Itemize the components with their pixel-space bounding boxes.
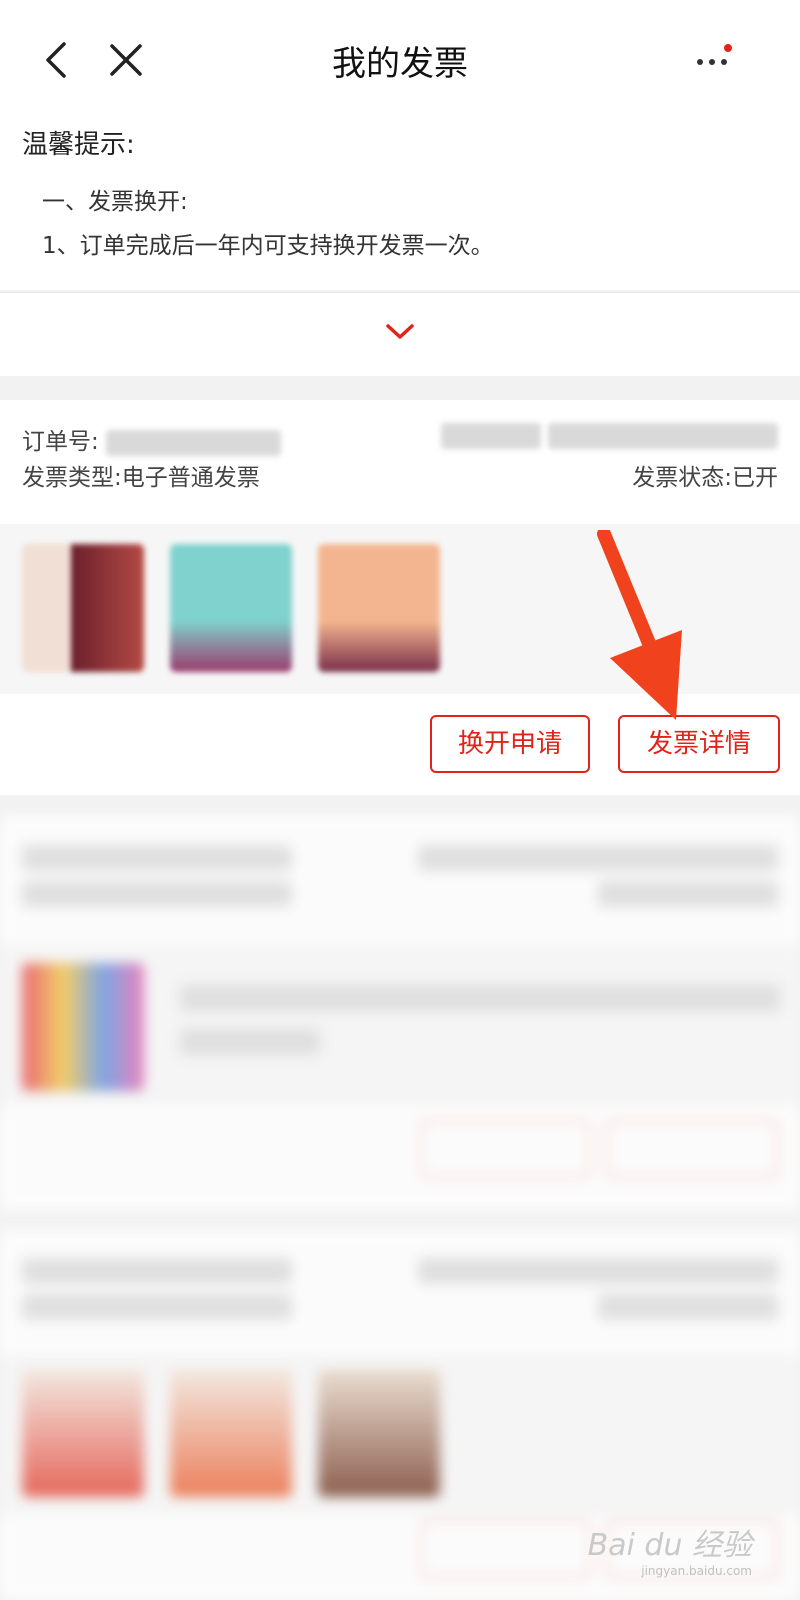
top-bar: 我的发票 — [0, 0, 800, 110]
page-title: 我的发票 — [332, 44, 468, 84]
order-time-value — [548, 422, 778, 449]
order-number-row: 订单号: — [22, 422, 778, 456]
expand-tips-button[interactable] — [0, 292, 800, 376]
product-image — [170, 544, 292, 672]
blurred-text — [598, 881, 778, 907]
order-number-value — [106, 429, 282, 456]
product-image — [318, 544, 440, 672]
product-thumbnails — [0, 1355, 800, 1515]
invoice-status-value: 已开 — [732, 465, 778, 491]
order-time-label — [440, 422, 541, 449]
baidu-watermark: Bai du 经验 jingyan.baidu.com — [588, 1520, 752, 1578]
product-image — [22, 963, 144, 1091]
tips-section: 一、发票换开: — [42, 189, 188, 215]
tips-panel: 温馨提示: 一、发票换开: 1、订单完成后一年内可支持换开发票一次。 — [0, 110, 800, 290]
watermark-text: Bai du 经验 — [587, 1528, 752, 1563]
blurred-text — [180, 985, 780, 1011]
chevron-down-icon — [386, 324, 414, 339]
invoice-detail-button-blurred — [606, 1120, 778, 1178]
invoice-type-label: 发票类型: — [22, 465, 122, 491]
product-image — [22, 544, 144, 672]
annotation-arrow-icon — [597, 530, 682, 720]
blurred-text — [598, 1294, 778, 1320]
product-image — [22, 1369, 144, 1497]
tips-line: 1、订单完成后一年内可支持换开发票一次。 — [42, 233, 494, 259]
tips-title: 温馨提示: — [22, 130, 135, 160]
blurred-text — [418, 845, 778, 871]
blurred-text — [22, 1294, 292, 1320]
watermark-url: jingyan.baidu.com — [641, 1564, 752, 1578]
blurred-text — [418, 1258, 778, 1284]
invoice-type-value: 电子普通发票 — [121, 465, 260, 491]
more-dots-icon[interactable] — [690, 40, 740, 84]
product-thumbnails — [0, 945, 800, 1105]
exchange-request-button[interactable]: 换开申请 — [430, 715, 590, 773]
blurred-text — [22, 845, 292, 871]
product-image — [170, 1369, 292, 1497]
product-image — [318, 1369, 440, 1497]
invoice-status-label: 发票状态: — [632, 465, 732, 491]
exchange-request-button-blurred — [420, 1120, 590, 1178]
order-number-label: 订单号: — [22, 429, 99, 455]
invoice-card-blurred — [0, 815, 800, 1210]
exchange-request-button-blurred — [420, 1520, 590, 1578]
invoice-type-row: 发票类型:电子普通发票 发票状态:已开 — [22, 458, 778, 491]
blurred-text — [22, 881, 292, 907]
blurred-text — [22, 1258, 292, 1284]
blurred-text — [180, 1029, 320, 1055]
notification-dot-icon — [724, 44, 732, 52]
